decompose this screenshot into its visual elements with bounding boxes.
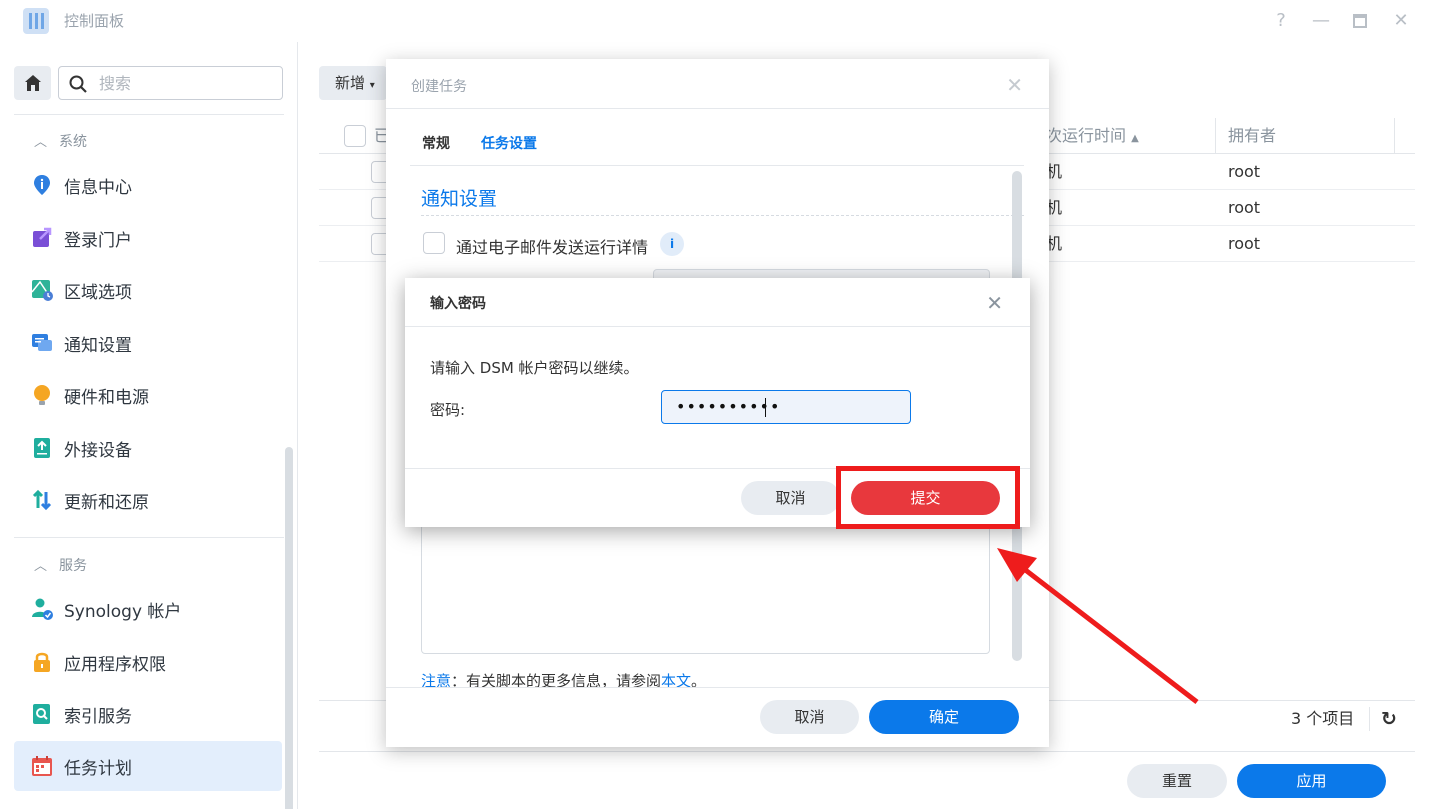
script-textarea[interactable] bbox=[421, 524, 990, 654]
sidebar-item-synology-account[interactable]: Synology 帐户 bbox=[14, 584, 282, 634]
owner-cell: root bbox=[1228, 234, 1261, 253]
sidebar-item-index-service[interactable]: 索引服务 bbox=[14, 689, 282, 739]
index-service-icon bbox=[33, 704, 50, 724]
sidebar-item-label: 区域选项 bbox=[64, 282, 132, 303]
external-device-icon bbox=[34, 438, 50, 458]
item-count: 3 个项目 bbox=[1291, 709, 1355, 728]
region-icon bbox=[31, 280, 53, 301]
info-icon[interactable]: i bbox=[660, 232, 684, 256]
sidebar-item-hardware-power[interactable]: 硬件和电源 bbox=[14, 370, 282, 420]
close-icon[interactable]: ✕ bbox=[1388, 8, 1414, 34]
sidebar-item-login-portal[interactable]: 登录门户 bbox=[14, 213, 282, 263]
highlight-box bbox=[836, 466, 1020, 529]
password-prompt: 请输入 DSM 帐户密码以继续。 bbox=[430, 359, 639, 377]
email-checkbox-label[interactable]: 通过电子邮件发送运行详情 bbox=[456, 234, 648, 258]
column-next-run-label: 次运行时间 bbox=[1046, 126, 1127, 145]
divider bbox=[386, 108, 1049, 109]
footer-divider bbox=[386, 687, 1049, 688]
window-title: 控制面板 bbox=[64, 12, 125, 30]
section-system[interactable]: ︿ 系统 bbox=[34, 131, 87, 151]
tab-task-settings[interactable]: 任务设置 bbox=[481, 133, 537, 153]
synology-account-icon bbox=[32, 598, 53, 620]
sidebar-item-notification[interactable]: 通知设置 bbox=[14, 318, 282, 368]
title-bar: 控制面板 ? — ✕ bbox=[0, 0, 1431, 42]
help-icon[interactable]: ? bbox=[1268, 8, 1294, 34]
password-label: 密码: bbox=[430, 401, 466, 419]
email-checkbox[interactable] bbox=[423, 232, 445, 254]
close-icon[interactable]: ✕ bbox=[1006, 73, 1023, 97]
sidebar-item-label: 信息中心 bbox=[64, 177, 132, 198]
owner-cell: root bbox=[1228, 162, 1261, 181]
reset-button[interactable]: 重置 bbox=[1127, 764, 1227, 798]
chevron-up-icon: ︿ bbox=[34, 135, 48, 150]
sidebar-item-label: 外接设备 bbox=[64, 440, 132, 461]
sidebar-item-info-center[interactable]: 信息中心 bbox=[14, 160, 282, 210]
lock-icon bbox=[34, 652, 50, 672]
cancel-button[interactable]: 取消 bbox=[741, 481, 840, 515]
dialog-title: 创建任务 bbox=[411, 79, 467, 95]
caret-down-icon: ▾ bbox=[369, 80, 375, 91]
update-restore-icon bbox=[32, 489, 52, 511]
column-next-run[interactable]: 次运行时间 ▲ bbox=[1046, 118, 1139, 154]
section-services[interactable]: ︿ 服务 bbox=[34, 555, 87, 575]
sidebar: ︿ 系统 信息中心 登录门户 区域选项 通知设置 硬件和电源 外接设备 更新和还原… bbox=[0, 42, 298, 809]
bottom-divider bbox=[319, 751, 1415, 752]
sidebar-scrollbar[interactable] bbox=[285, 447, 293, 809]
sidebar-item-label: 硬件和电源 bbox=[64, 387, 149, 408]
apply-button[interactable]: 应用 bbox=[1237, 764, 1386, 798]
section-services-label: 服务 bbox=[59, 558, 88, 574]
close-icon[interactable]: ✕ bbox=[986, 291, 1003, 315]
dialog-title: 输入密码 bbox=[430, 296, 486, 312]
sidebar-item-app-permissions[interactable]: 应用程序权限 bbox=[14, 637, 282, 687]
search-field[interactable] bbox=[58, 66, 283, 100]
select-all-checkbox[interactable] bbox=[344, 125, 366, 147]
home-button[interactable] bbox=[14, 66, 51, 100]
divider bbox=[14, 114, 284, 115]
minimize-icon[interactable]: — bbox=[1308, 8, 1334, 34]
calendar-icon bbox=[32, 756, 52, 776]
search-icon bbox=[69, 75, 87, 93]
sidebar-item-label: 任务计划 bbox=[64, 758, 132, 779]
chevron-up-icon: ︿ bbox=[34, 559, 48, 574]
tab-general[interactable]: 常规 bbox=[422, 133, 450, 153]
notification-icon bbox=[32, 334, 52, 351]
sidebar-item-label: Synology 帐户 bbox=[64, 601, 182, 622]
sort-asc-icon: ▲ bbox=[1131, 133, 1139, 144]
refresh-icon[interactable]: ↻ bbox=[1381, 701, 1397, 737]
control-panel-app-icon bbox=[23, 8, 49, 34]
column-owner[interactable]: 拥有者 bbox=[1228, 118, 1276, 154]
sidebar-item-external-devices[interactable]: 外接设备 bbox=[14, 423, 282, 473]
dashed-divider bbox=[421, 215, 1024, 216]
lightbulb-icon bbox=[34, 385, 50, 405]
owner-cell: root bbox=[1228, 198, 1261, 217]
annotation-arrow bbox=[997, 548, 1199, 704]
sidebar-item-label: 索引服务 bbox=[64, 706, 132, 727]
footer-separator bbox=[1369, 707, 1370, 731]
sidebar-item-update-restore[interactable]: 更新和还原 bbox=[14, 475, 282, 525]
info-icon bbox=[34, 175, 50, 195]
password-input[interactable]: •••••••••• bbox=[661, 390, 911, 424]
section-system-label: 系统 bbox=[59, 134, 88, 150]
sidebar-item-label: 更新和还原 bbox=[64, 492, 149, 513]
sidebar-item-label: 通知设置 bbox=[64, 335, 132, 356]
sidebar-item-task-scheduler[interactable]: 任务计划 bbox=[14, 741, 282, 791]
section-title: 通知设置 bbox=[421, 188, 498, 210]
sidebar-item-label: 登录门户 bbox=[64, 230, 132, 251]
add-button[interactable]: 新增 ▾ bbox=[319, 66, 387, 100]
login-portal-icon bbox=[33, 227, 52, 247]
add-button-label: 新增 bbox=[335, 74, 366, 92]
column-separator[interactable] bbox=[1394, 118, 1395, 154]
search-input[interactable] bbox=[99, 73, 269, 93]
column-separator[interactable] bbox=[1215, 118, 1216, 154]
cancel-button[interactable]: 取消 bbox=[760, 700, 859, 734]
tab-divider bbox=[410, 165, 1024, 166]
divider bbox=[405, 326, 1030, 327]
maximize-icon[interactable] bbox=[1347, 8, 1373, 34]
sidebar-item-region[interactable]: 区域选项 bbox=[14, 265, 282, 315]
home-icon bbox=[24, 75, 41, 91]
text-caret bbox=[765, 398, 766, 417]
sidebar-item-label: 应用程序权限 bbox=[64, 654, 166, 675]
divider bbox=[14, 537, 284, 538]
